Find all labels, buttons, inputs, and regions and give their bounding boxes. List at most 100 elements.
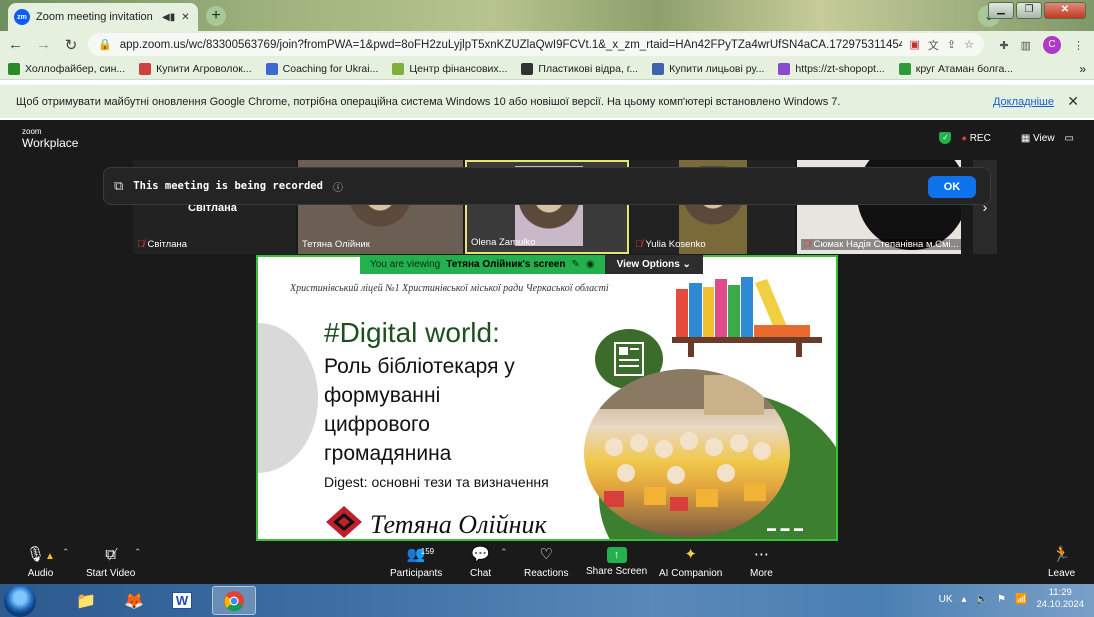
clock-date: 24.10.2024 xyxy=(1036,599,1084,610)
participant-name: Світлана xyxy=(147,239,188,250)
tab-title: Zoom meeting invitation - Z xyxy=(36,11,156,23)
forward-icon[interactable]: → xyxy=(36,36,51,53)
explorer-taskbar-icon[interactable]: 📁 xyxy=(64,586,108,615)
bookmark-item[interactable]: Купити лицьові ру... xyxy=(652,62,764,75)
bookmark-label: круг Атаман болга... xyxy=(915,62,1014,75)
reload-icon[interactable]: ↻ xyxy=(64,36,78,54)
show-hidden-icons-icon[interactable]: ▴ xyxy=(962,594,967,605)
slide-school-name: Христинівський ліцей №1 Христинівської м… xyxy=(290,283,609,294)
zoom-header: zoom Workplace ✓ ● REC ▦ View ▭ xyxy=(0,120,1094,160)
sparkle-icon: ✦ xyxy=(684,546,697,563)
leave-button[interactable]: 🏃 Leave xyxy=(1048,545,1075,579)
firefox-taskbar-icon[interactable]: 🦊 xyxy=(112,586,156,615)
bookmark-favicon-icon xyxy=(521,62,534,75)
more-button[interactable]: ⋯ More xyxy=(750,545,773,579)
participants-button[interactable]: 👥 159 Participants xyxy=(390,545,442,579)
zoom-meeting-window: zoom Workplace ✓ ● REC ▦ View ▭ Світлана… xyxy=(0,120,1094,584)
reactions-button[interactable]: ♡ Reactions xyxy=(524,545,568,579)
recording-ok-button[interactable]: OK xyxy=(928,176,976,198)
info-icon[interactable]: ⓘ xyxy=(333,179,343,194)
zoom-favicon-icon: zm xyxy=(14,9,30,25)
site-info-icon[interactable]: 🔒 xyxy=(98,38,112,51)
video-options-chevron-icon[interactable]: ⌃ xyxy=(134,547,142,558)
bookmark-item[interactable]: Пластикові відра, г... xyxy=(521,62,638,75)
volume-icon[interactable]: 🔈 xyxy=(976,594,988,605)
start-button[interactable] xyxy=(4,585,36,617)
chat-icon: 💬 xyxy=(471,546,490,563)
bookmark-item[interactable]: https://zt-shopopt... xyxy=(778,62,885,75)
chat-button[interactable]: 💬 Chat xyxy=(470,545,491,579)
slide-subtitle-line: Роль бібліотекаря у xyxy=(324,355,515,378)
url-text[interactable]: app.zoom.us/wc/83300563769/join?fromPWA=… xyxy=(120,39,902,51)
bookmark-item[interactable]: Coaching for Ukrai... xyxy=(265,62,378,75)
new-tab-button[interactable]: + xyxy=(206,6,226,26)
translate-icon[interactable]: 文 xyxy=(928,37,939,53)
minimize-button[interactable]: ▁ xyxy=(988,2,1014,19)
profile-avatar[interactable]: C xyxy=(1043,36,1061,54)
view-button[interactable]: ▦ View xyxy=(1021,133,1055,144)
system-tray: UK ▴ 🔈 ⚑ 📶 11:29 24.10.2024 xyxy=(939,587,1084,611)
view-options-button[interactable]: View Options ⌄ xyxy=(604,255,703,274)
learn-more-link[interactable]: Докладніше xyxy=(993,96,1054,108)
clock[interactable]: 11:29 24.10.2024 xyxy=(1036,587,1084,611)
audio-playing-icon[interactable]: ◀▮ xyxy=(162,12,175,23)
bookmark-item[interactable]: Центр фінансових... xyxy=(392,62,507,75)
bookmark-label: Холлофайбер, син... xyxy=(25,62,126,75)
recording-notice-text: This meeting is being recorded xyxy=(133,180,323,192)
blocked-popup-icon[interactable]: ▣ xyxy=(910,38,920,51)
reactions-label: Reactions xyxy=(524,568,569,579)
audio-options-chevron-icon[interactable]: ⌃ xyxy=(62,547,70,558)
participant-name: Тетяна Олійник xyxy=(302,239,370,250)
record-icon: ◉ xyxy=(585,259,595,270)
chrome-taskbar-icon[interactable] xyxy=(212,586,256,615)
camera-off-icon: ⧉̸ xyxy=(105,546,116,563)
extensions-icon[interactable]: ✚ xyxy=(999,39,1008,52)
chat-options-chevron-icon[interactable]: ⌃ xyxy=(500,547,508,558)
participant-name: Olena Zamulko xyxy=(471,237,536,248)
more-bookmarks-icon[interactable]: » xyxy=(1079,62,1086,76)
close-window-button[interactable]: ✕ xyxy=(1044,2,1086,19)
audio-button[interactable]: 🎙▲ Audio xyxy=(26,545,55,579)
recording-notice-banner: ⧉ This meeting is being recorded ⓘ OK xyxy=(103,167,991,205)
participant-name: Сюмак Надія Степанівна м.Смі... xyxy=(813,239,959,250)
word-taskbar-icon[interactable]: W xyxy=(160,586,204,615)
share-icon[interactable]: ⇪ xyxy=(947,38,956,51)
bookmark-favicon-icon xyxy=(265,62,278,75)
start-video-button[interactable]: ⧉̸ Start Video xyxy=(86,545,135,579)
windows-taskbar: 📁 🦊 W UK ▴ 🔈 ⚑ 📶 11:29 24.10.2024 xyxy=(0,584,1094,617)
viewing-name: Тетяна Олійник's screen xyxy=(446,259,566,270)
network-icon[interactable]: 📶 xyxy=(1015,594,1027,605)
side-panel-icon[interactable]: ▥ xyxy=(1021,39,1031,52)
infobar-close-icon[interactable]: ✕ xyxy=(1067,93,1079,110)
participant-name: Yulia Kosenko xyxy=(645,239,706,250)
bookmark-item[interactable]: круг Атаман болга... xyxy=(898,62,1014,75)
bookmark-favicon-icon xyxy=(8,62,20,75)
language-indicator[interactable]: UK xyxy=(939,594,953,605)
encryption-shield-icon[interactable]: ✓ xyxy=(939,132,952,144)
library-children-photo xyxy=(584,369,790,537)
mic-muted-icon: 🎙̸ xyxy=(803,239,811,250)
bookmark-item[interactable]: Холлофайбер, син... xyxy=(8,62,126,75)
bookmark-item[interactable]: Купити Агроволок... xyxy=(139,62,252,75)
annotation-icon[interactable]: ✎ xyxy=(571,259,579,270)
chevron-down-icon: ⌄ xyxy=(682,259,691,270)
recording-camera-icon: ⧉ xyxy=(114,178,124,193)
address-bar[interactable]: 🔒 app.zoom.us/wc/83300563769/join?fromPW… xyxy=(88,33,984,56)
bookmark-label: https://zt-shopopt... xyxy=(795,62,885,75)
mic-muted-icon: 🎙̸ xyxy=(137,239,145,250)
slide-subtitle-line: формуванні xyxy=(324,384,441,407)
bookshelf-illustration xyxy=(672,277,822,357)
fullscreen-icon[interactable]: ▭ xyxy=(1065,133,1074,144)
chrome-menu-icon[interactable]: ⋮ xyxy=(1073,39,1084,52)
slide-digest: Digest: основні тези та визначення xyxy=(324,474,549,490)
ai-companion-button[interactable]: ✦ AI Companion xyxy=(659,545,722,579)
share-screen-button[interactable]: ↑ Share Screen xyxy=(586,545,647,577)
close-tab-icon[interactable]: ✕ xyxy=(181,12,189,23)
back-icon[interactable]: ← xyxy=(8,36,23,53)
participants-label: Participants xyxy=(390,568,443,579)
participants-count: 159 xyxy=(420,547,435,556)
action-center-icon[interactable]: ⚑ xyxy=(997,594,1006,605)
browser-tab-zoom[interactable]: zm Zoom meeting invitation - Z ◀▮ ✕ xyxy=(8,3,198,31)
maximize-button[interactable]: ❐ xyxy=(1016,2,1042,19)
bookmark-star-icon[interactable]: ☆ xyxy=(964,38,974,51)
